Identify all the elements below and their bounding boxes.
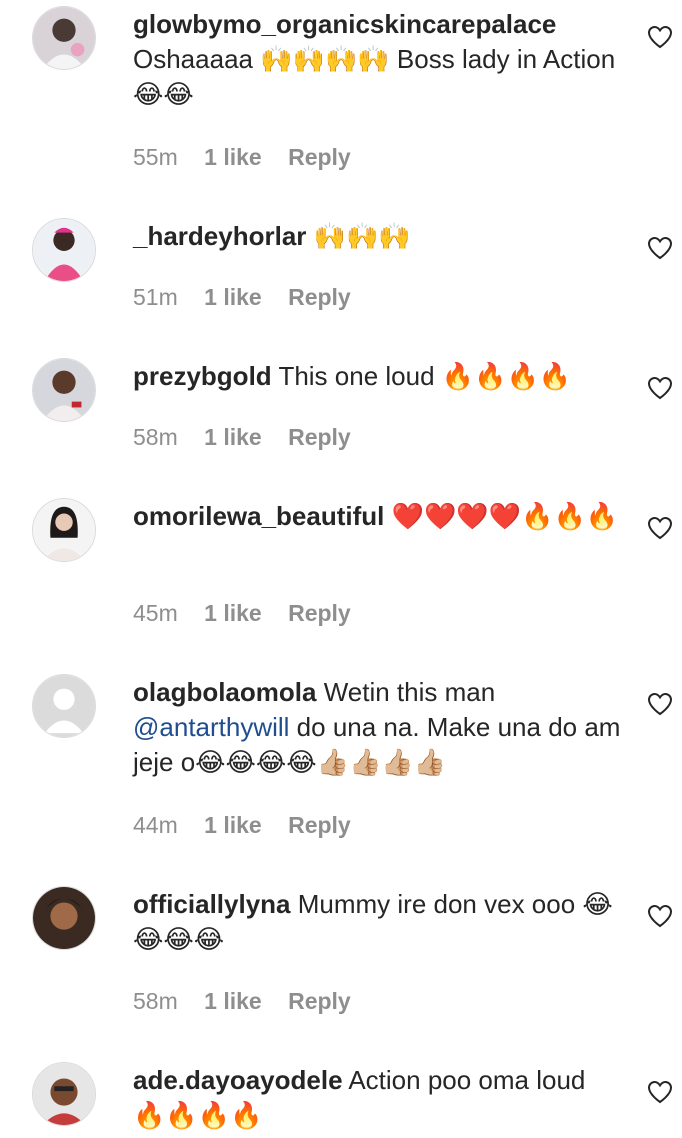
comment-username[interactable]: olagbolaomola	[133, 677, 316, 707]
comment-likes[interactable]: 1 like	[204, 600, 262, 626]
comment-text: olagbolaomola Wetin this man @antarthywi…	[133, 675, 621, 780]
reply-button[interactable]: Reply	[288, 988, 351, 1014]
heart-icon[interactable]	[647, 25, 673, 49]
comment-meta: 58m 1 like Reply	[133, 988, 371, 1015]
comment-username[interactable]: officiallylyna	[133, 889, 291, 919]
comment-meta: 58m 1 like Reply	[133, 424, 371, 451]
reply-button[interactable]: Reply	[288, 424, 351, 450]
comment-text: officiallylyna Mummy ire don vex ooo 😂😂😂…	[133, 887, 621, 957]
avatar[interactable]	[32, 886, 96, 950]
avatar[interactable]	[32, 6, 96, 70]
heart-icon[interactable]	[647, 692, 673, 716]
comment-meta: 44m 1 like Reply	[133, 812, 371, 839]
heart-icon[interactable]	[647, 516, 673, 540]
comment-text: _hardeyhorlar 🙌🙌🙌	[133, 219, 621, 254]
comment-username[interactable]: ade.dayoayodele	[133, 1065, 343, 1095]
reply-button[interactable]: Reply	[288, 812, 351, 838]
comment-time: 44m	[133, 812, 178, 838]
comment-text: glowbymo_organicskincarepalace Oshaaaaa …	[133, 7, 621, 112]
heart-icon[interactable]	[647, 1080, 673, 1104]
reply-button[interactable]: Reply	[288, 600, 351, 626]
comment-text: ade.dayoayodele Action poo oma loud 🔥🔥🔥🔥	[133, 1063, 621, 1133]
comment-username[interactable]: glowbymo_organicskincarepalace	[133, 9, 556, 39]
comment-time: 45m	[133, 600, 178, 626]
mention-link[interactable]: @antarthywill	[133, 712, 289, 742]
comment-time: 51m	[133, 284, 178, 310]
comment-username[interactable]: omorilewa_beautiful	[133, 501, 384, 531]
reply-button[interactable]: Reply	[288, 284, 351, 310]
comment-time: 58m	[133, 988, 178, 1014]
comment-text: prezybgold This one loud 🔥🔥🔥🔥	[133, 359, 621, 394]
heart-icon[interactable]	[647, 236, 673, 260]
comment-text: omorilewa_beautiful ❤️❤️❤️❤️🔥🔥🔥	[133, 499, 621, 534]
avatar[interactable]	[32, 1062, 96, 1126]
heart-icon[interactable]	[647, 376, 673, 400]
comment-likes[interactable]: 1 like	[204, 988, 262, 1014]
comment-time: 58m	[133, 424, 178, 450]
comment-message: This one loud 🔥🔥🔥🔥	[278, 361, 572, 391]
comment-likes[interactable]: 1 like	[204, 144, 262, 170]
comment-likes[interactable]: 1 like	[204, 284, 262, 310]
comment-message: Wetin this man	[323, 677, 496, 707]
comment-meta: 45m 1 like Reply	[133, 600, 371, 627]
avatar[interactable]	[32, 498, 96, 562]
comment-message: Oshaaaaa 🙌🙌🙌🙌 Boss lady in Action 😂😂	[133, 44, 616, 109]
comment-likes[interactable]: 1 like	[204, 424, 262, 450]
comment-username[interactable]: _hardeyhorlar	[133, 221, 306, 251]
comment-time: 55m	[133, 144, 178, 170]
comment-meta: 55m 1 like Reply	[133, 144, 371, 171]
comment-likes[interactable]: 1 like	[204, 812, 262, 838]
reply-button[interactable]: Reply	[288, 144, 351, 170]
heart-icon[interactable]	[647, 904, 673, 928]
comment-message: ❤️❤️❤️❤️🔥🔥🔥	[391, 501, 619, 531]
avatar[interactable]	[32, 218, 96, 282]
comment-username[interactable]: prezybgold	[133, 361, 272, 391]
avatar[interactable]	[32, 674, 96, 738]
avatar[interactable]	[32, 358, 96, 422]
comment-meta: 51m 1 like Reply	[133, 284, 371, 311]
comment-message: 🙌🙌🙌	[313, 221, 411, 251]
